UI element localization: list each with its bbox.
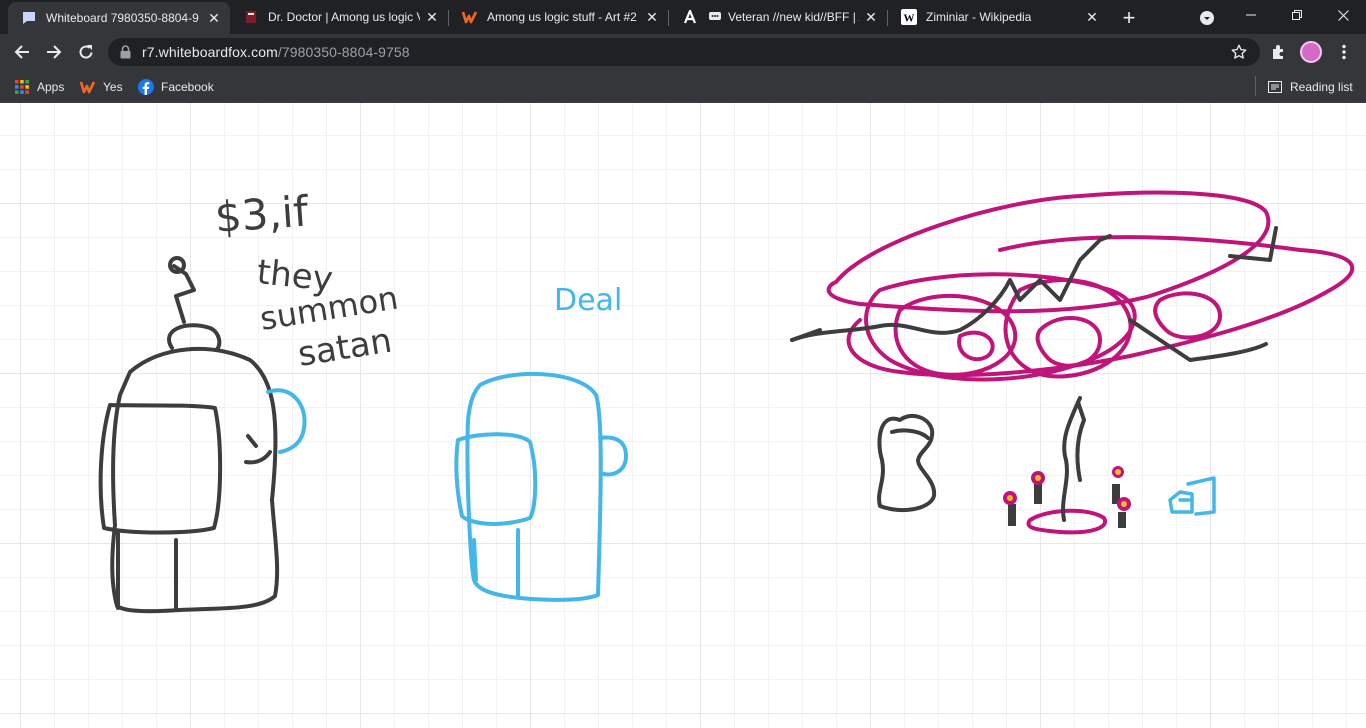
bookmarks-bar: Apps Yes Facebook Reading list	[0, 70, 1366, 103]
tab-among-us-art[interactable]: Among us logic stuff - Art #2 ✕	[449, 0, 668, 34]
wattpad-icon	[80, 79, 96, 95]
tab-title: Whiteboard 7980350-8804-9	[46, 11, 199, 25]
tab-strip: Whiteboard 7980350-8804-9 ✕ Dr. Doctor |…	[0, 0, 1366, 34]
close-tab-icon[interactable]: ✕	[202, 6, 226, 30]
drawing-layer[interactable]: $3,if they summon satan Deal	[0, 103, 1366, 728]
restore-icon	[1292, 10, 1302, 20]
torch	[1003, 491, 1017, 526]
bookmark-label: Apps	[37, 80, 65, 94]
reading-list-icon	[1267, 79, 1283, 95]
torch	[1117, 497, 1131, 528]
antenna	[172, 264, 196, 324]
amino-icon	[682, 9, 698, 25]
wikipedia-icon: W	[901, 9, 917, 25]
whiteboard-fox-icon	[21, 10, 37, 26]
close-tab-icon[interactable]: ✕	[420, 5, 444, 29]
deal-text: Deal	[554, 283, 622, 318]
wattpad-book-icon	[243, 9, 259, 25]
reload-button[interactable]	[72, 38, 100, 66]
dark-crewmate-drawing	[98, 256, 280, 614]
restore-button[interactable]	[1274, 0, 1320, 30]
branch-left	[790, 234, 1112, 342]
tab-dr-doctor[interactable]: Dr. Doctor | Among us logic V ✕	[230, 0, 448, 34]
forward-button[interactable]	[40, 38, 68, 66]
apps-grid-icon	[14, 79, 30, 95]
bookmark-yes[interactable]: Yes	[80, 77, 123, 97]
crewmate-body	[110, 346, 280, 614]
dark-figure	[877, 413, 937, 513]
arrow-left-icon	[14, 45, 29, 59]
close-icon	[1337, 9, 1349, 21]
minimize-icon	[1246, 14, 1256, 16]
tab-wikipedia[interactable]: W Ziminiar - Wikipedia ✕	[888, 0, 1108, 34]
bookmark-facebook[interactable]: Facebook	[138, 77, 214, 97]
url-path: /7980350-8804-9758	[277, 44, 410, 60]
reload-icon	[79, 45, 93, 59]
back-button[interactable]	[8, 38, 36, 66]
tree-trunk	[1061, 396, 1086, 522]
close-tab-icon[interactable]: ✕	[1080, 5, 1104, 29]
bookmark-label: Facebook	[161, 80, 214, 94]
new-tab-button[interactable]: +	[1116, 5, 1142, 31]
close-tab-icon[interactable]: ✕	[859, 5, 883, 29]
tab-whiteboard[interactable]: Whiteboard 7980350-8804-9 ✕	[8, 2, 230, 34]
tab-search-button[interactable]	[1196, 7, 1218, 29]
chevron-down-icon	[1200, 11, 1214, 25]
address-bar[interactable]: r7.whiteboardfox.com/7980350-8804-9758	[108, 38, 1260, 66]
bookmark-apps[interactable]: Apps	[14, 77, 64, 97]
tab-title: Among us logic stuff - Art #2	[487, 10, 637, 24]
profile-avatar[interactable]	[1300, 41, 1322, 63]
reading-list-label: Reading list	[1290, 80, 1353, 94]
facebook-icon	[138, 79, 154, 95]
tab-title: Dr. Doctor | Among us logic V	[268, 10, 420, 24]
close-window-button[interactable]	[1320, 0, 1366, 30]
extensions-button[interactable]	[1265, 38, 1293, 66]
blue-crewmate-drawing	[454, 371, 628, 602]
puzzle-icon	[1273, 45, 1283, 59]
torch	[1031, 471, 1045, 504]
crewmate-legs	[116, 530, 178, 612]
crewmate-visor	[98, 403, 223, 535]
crewmate-mark	[244, 434, 272, 465]
kebab-menu-icon	[1342, 44, 1346, 60]
tab-title: Ziminiar - Wikipedia	[926, 10, 1032, 24]
whiteboard-canvas[interactable]: $3,if they summon satan Deal	[0, 103, 1366, 728]
url-host: r7.whiteboardfox.com	[142, 44, 278, 60]
bookmark-label: Yes	[103, 80, 123, 94]
crewmate-hat	[167, 323, 222, 352]
browser-toolbar: r7.whiteboardfox.com/7980350-8804-9758	[0, 34, 1366, 70]
tab-veteran[interactable]: Veteran //new kid//BFF | A ✕	[669, 0, 887, 34]
lock-icon[interactable]	[120, 45, 131, 64]
tab-title: Veteran //new kid//BFF | A	[728, 10, 859, 24]
minimize-button[interactable]	[1228, 0, 1274, 30]
price-text-line1: $3,if	[213, 187, 311, 242]
tree-base-scribble	[1026, 508, 1108, 535]
bookmarks-separator	[1255, 76, 1256, 96]
blue-doodle	[1168, 476, 1216, 516]
url-text: r7.whiteboardfox.com/7980350-8804-9758	[142, 44, 410, 60]
menu-button[interactable]	[1330, 38, 1358, 66]
close-tab-icon[interactable]: ✕	[640, 5, 664, 29]
arrow-right-icon	[47, 45, 62, 59]
reading-list-button[interactable]: Reading list	[1267, 77, 1353, 97]
svg-text:W: W	[904, 13, 915, 25]
wattpad-icon	[462, 9, 478, 25]
chat-bubble-icon	[707, 9, 723, 25]
blue-crewmate-backpack	[598, 435, 628, 477]
bookmark-star-icon[interactable]	[1230, 43, 1248, 66]
